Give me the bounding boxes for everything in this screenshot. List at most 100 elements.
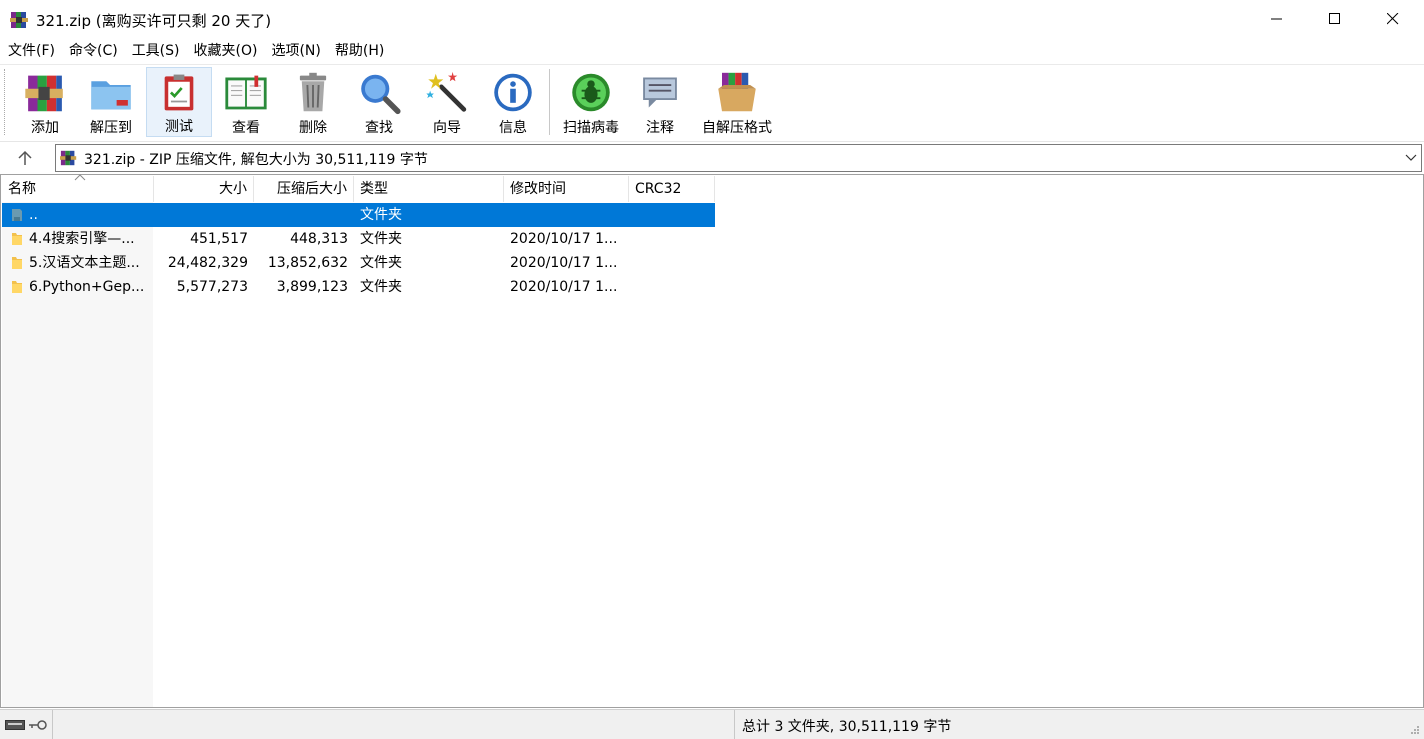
menu-help[interactable]: 帮助(H) (327, 39, 390, 63)
menu-favorites[interactable]: 收藏夹(O) (186, 39, 264, 63)
file-modified (510, 203, 625, 227)
file-packed-size: 13,852,632 (267, 255, 348, 271)
test-label: 测试 (165, 119, 193, 135)
winrar-books-icon[interactable] (10, 10, 30, 30)
status-summary: 总计 3 文件夹, 30,511,119 字节 (742, 719, 952, 735)
virus-scan-icon (572, 73, 610, 112)
file-crc (635, 203, 713, 227)
file-type: 文件夹 (360, 255, 402, 271)
close-button[interactable] (1364, 0, 1422, 38)
file-crc (635, 227, 713, 251)
column-header-size[interactable]: 大小 (154, 176, 254, 202)
column-header-name[interactable]: 名称 (2, 174, 154, 202)
comment-label: 注释 (646, 120, 674, 136)
sfx-label: 自解压格式 (702, 120, 772, 136)
sfx-button[interactable]: 自解压格式 (696, 67, 778, 137)
file-modified: 2020/10/17 1... (510, 255, 618, 271)
delete-label: 删除 (299, 120, 327, 136)
file-type: 文件夹 (360, 279, 402, 295)
archive-add-icon (25, 75, 63, 112)
parent-folder-icon (12, 209, 22, 221)
file-list-header: 名称 大小 压缩后大小 类型 修改时间 CRC32 (2, 174, 715, 202)
view-button[interactable]: 查看 (218, 67, 274, 137)
menu-file[interactable]: 文件(F) (0, 39, 61, 63)
add-label: 添加 (31, 120, 59, 136)
file-modified: 2020/10/17 1... (510, 231, 618, 247)
window-title: 321.zip (离购买许可只剩 20 天了) (36, 12, 272, 30)
folder-icon (12, 257, 22, 269)
file-list: 名称 大小 压缩后大小 类型 修改时间 CRC32 .. 文件夹 4.4搜索引擎… (0, 174, 1424, 708)
minimize-button[interactable] (1248, 0, 1306, 38)
title-bar: 321.zip (离购买许可只剩 20 天了) (0, 0, 1424, 38)
test-button[interactable]: 测试 (146, 67, 212, 137)
file-size: 5,577,273 (176, 279, 248, 295)
folder-icon (12, 281, 22, 293)
maximize-icon (1329, 13, 1340, 24)
toolbar-separator (549, 69, 550, 135)
add-button[interactable]: 添加 (16, 67, 74, 137)
extract-to-button[interactable]: 解压到 (82, 67, 140, 137)
chevron-down-icon (1405, 154, 1417, 161)
info-button[interactable]: 信息 (484, 67, 542, 137)
file-size: 451,517 (190, 231, 248, 247)
column-header-packed-label: 压缩后大小 (277, 181, 347, 197)
keyboard-icon[interactable] (5, 720, 25, 730)
table-row[interactable]: 4.4搜索引擎—... 451,517 448,313 文件夹 2020/10/… (2, 227, 715, 251)
wizard-button[interactable]: 向导 (418, 67, 476, 137)
virus-scan-button[interactable]: 扫描病毒 (556, 67, 626, 137)
menu-bar: 文件(F) 命令(C) 工具(S) 收藏夹(O) 选项(N) 帮助(H) (0, 38, 1424, 64)
menu-commands[interactable]: 命令(C) (61, 39, 124, 63)
menu-options[interactable]: 选项(N) (263, 39, 326, 63)
status-bar: 总计 3 文件夹, 30,511,119 字节 (0, 709, 1424, 739)
file-crc (635, 251, 713, 275)
column-header-name-label: 名称 (8, 181, 36, 197)
column-header-size-label: 大小 (219, 181, 247, 197)
table-row[interactable]: 5.汉语文本主题... 24,482,329 13,852,632 文件夹 20… (2, 251, 715, 275)
column-header-crc-label: CRC32 (635, 181, 682, 197)
table-row[interactable]: .. 文件夹 (2, 203, 715, 227)
address-bar: 321.zip - ZIP 压缩文件, 解包大小为 30,511,119 字节 (0, 141, 1424, 173)
up-arrow-icon (18, 150, 32, 165)
toolbar-grip[interactable] (4, 69, 7, 135)
file-name: 5.汉语文本主题... (29, 255, 140, 271)
menu-tools[interactable]: 工具(S) (124, 39, 186, 63)
sfx-box-icon (718, 72, 756, 112)
view-book-icon (225, 75, 267, 110)
table-row[interactable]: 6.Python+Gep... 5,577,273 3,899,123 文件夹 … (2, 275, 715, 299)
folder-icon (12, 233, 22, 245)
file-name: 6.Python+Gep... (29, 279, 145, 295)
winrar-books-icon (60, 150, 77, 166)
trash-icon (299, 72, 327, 112)
maximize-button[interactable] (1306, 0, 1364, 38)
test-clipboard-icon (164, 74, 194, 111)
comment-button[interactable]: 注释 (632, 67, 688, 137)
file-packed-size (254, 203, 348, 227)
file-packed-size: 3,899,123 (276, 279, 348, 295)
resize-grip-icon[interactable] (1410, 725, 1420, 735)
key-icon[interactable] (29, 719, 47, 731)
minimize-icon (1271, 18, 1282, 20)
column-header-modified-label: 修改时间 (510, 181, 566, 197)
find-label: 查找 (365, 120, 393, 136)
comment-icon (643, 77, 677, 108)
file-modified: 2020/10/17 1... (510, 279, 618, 295)
info-label: 信息 (499, 120, 527, 136)
find-button[interactable]: 查找 (350, 67, 408, 137)
path-field[interactable]: 321.zip - ZIP 压缩文件, 解包大小为 30,511,119 字节 (55, 144, 1422, 172)
column-header-crc[interactable]: CRC32 (629, 176, 715, 202)
toolbar: 添加 解压到 测试 查看 删除 查找 向导 信息 扫描病毒 注释 自解压格式 (0, 64, 1424, 140)
status-divider (734, 710, 735, 739)
view-label: 查看 (232, 120, 260, 136)
file-size (154, 203, 248, 227)
file-size: 24,482,329 (167, 255, 248, 271)
sort-ascending-icon (74, 174, 86, 181)
path-dropdown-button[interactable] (1403, 149, 1419, 167)
up-button[interactable] (12, 148, 38, 168)
close-icon (1387, 13, 1399, 25)
delete-button[interactable]: 删除 (284, 67, 342, 137)
column-header-modified[interactable]: 修改时间 (504, 176, 629, 202)
wizard-label: 向导 (433, 120, 461, 136)
column-header-type[interactable]: 类型 (354, 176, 504, 202)
magnifier-icon (361, 74, 401, 115)
column-header-packed[interactable]: 压缩后大小 (254, 176, 354, 202)
